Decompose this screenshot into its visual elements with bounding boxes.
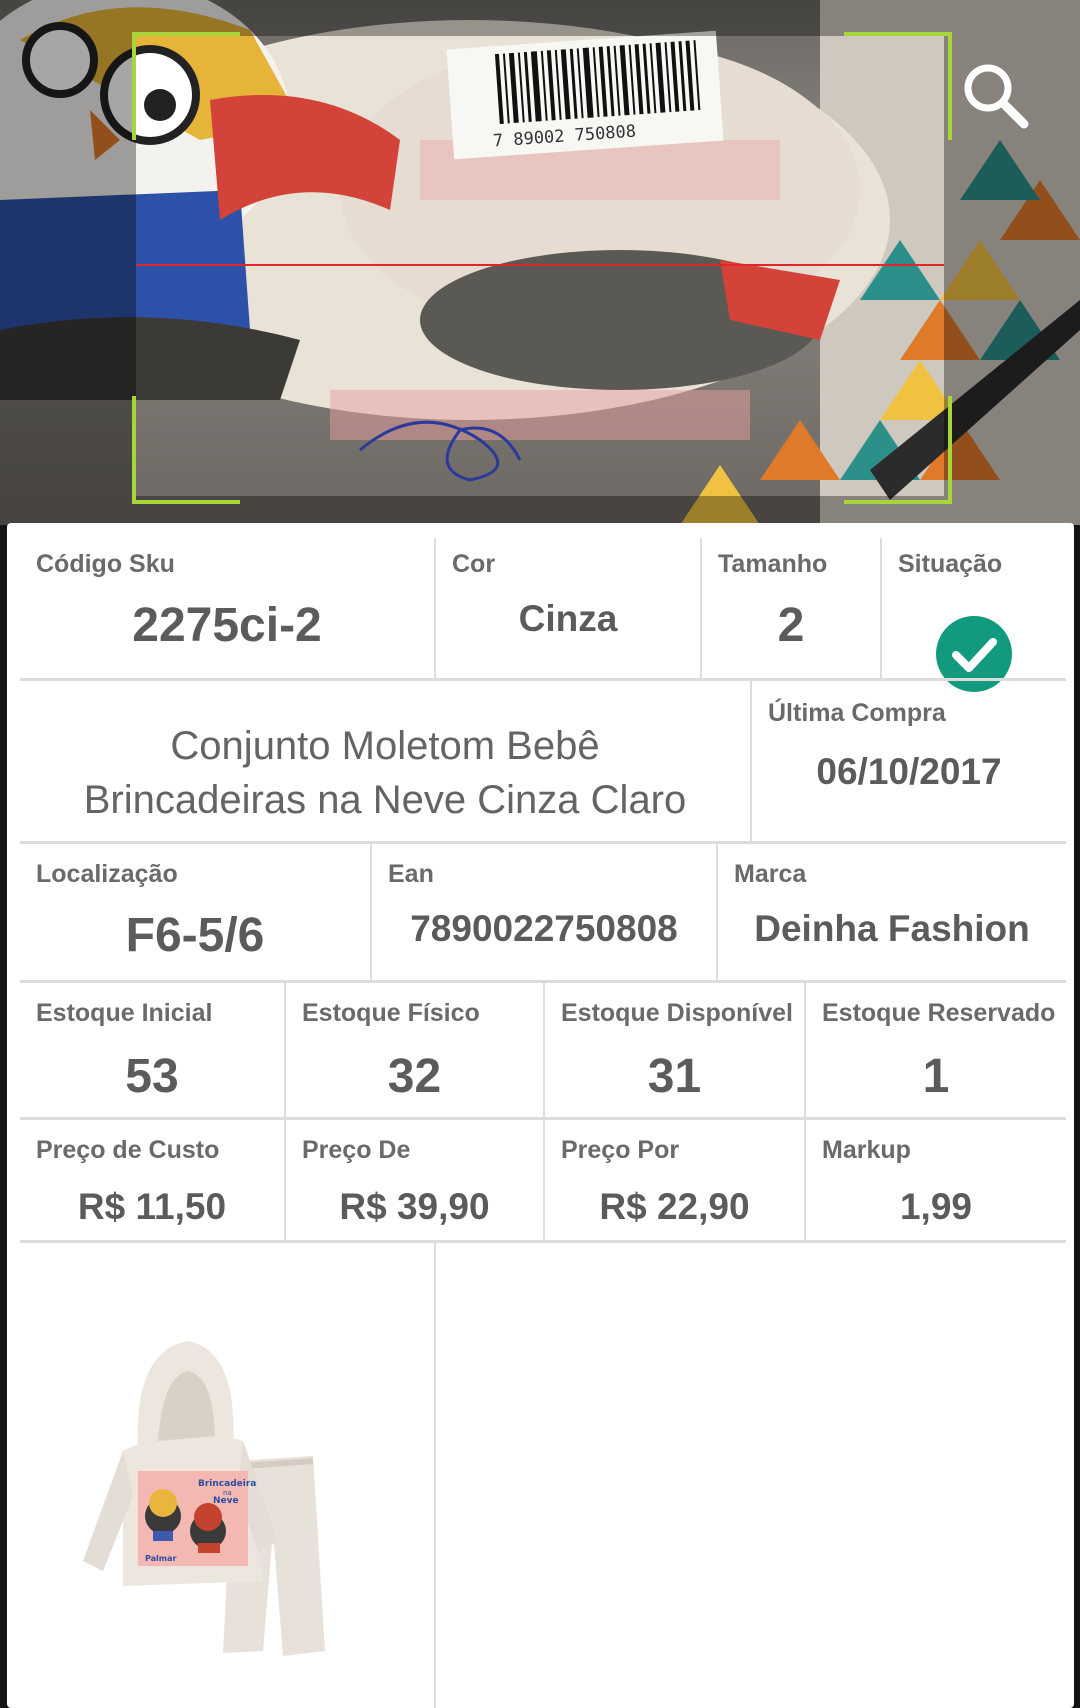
stock-reserved-value: 1 bbox=[922, 1050, 950, 1103]
stock-reserved-cell: Estoque Reservado 1 bbox=[806, 983, 1066, 1117]
cost-price-value: R$ 11,50 bbox=[77, 1186, 227, 1227]
scan-frame-corner-bottom-right bbox=[844, 396, 952, 504]
scan-frame-corner-top-left bbox=[132, 32, 240, 140]
markup-label: Markup bbox=[822, 1136, 911, 1164]
brand-cell: Marca Deinha Fashion bbox=[718, 844, 1066, 980]
stock-initial-cell: Estoque Inicial 53 bbox=[20, 983, 284, 1117]
brand-value: Deinha Fashion bbox=[754, 908, 1030, 949]
print-text-line1: Brincadeira bbox=[198, 1479, 256, 1489]
product-name-cell: Conjunto Moletom Bebê Brincadeiras na Ne… bbox=[20, 681, 750, 841]
price-for-cell: Preço Por R$ 22,90 bbox=[545, 1120, 804, 1240]
color-cell: Cor Cinza bbox=[436, 538, 700, 678]
cost-price-label: Preço de Custo bbox=[36, 1136, 220, 1164]
camera-preview: 7 89002 750808 bbox=[0, 0, 1080, 525]
location-label: Localização bbox=[36, 860, 178, 888]
status-cell: Situação bbox=[882, 538, 1066, 692]
last-purchase-cell: Última Compra 06/10/2017 bbox=[752, 681, 1066, 841]
print-brand: Palmar bbox=[145, 1554, 177, 1563]
price-from-value: R$ 39,90 bbox=[339, 1186, 490, 1227]
ean-label: Ean bbox=[388, 860, 434, 888]
scan-frame-corner-bottom-left bbox=[132, 396, 240, 504]
sku-value: 2275ci-2 bbox=[132, 599, 322, 652]
size-cell: Tamanho 2 bbox=[702, 538, 880, 678]
cost-price-cell: Preço de Custo R$ 11,50 bbox=[20, 1120, 284, 1240]
price-from-cell: Preço De R$ 39,90 bbox=[286, 1120, 543, 1240]
last-purchase-label: Última Compra bbox=[768, 699, 946, 727]
ean-cell: Ean 7890022750808 bbox=[372, 844, 716, 980]
ean-value: 7890022750808 bbox=[410, 908, 678, 949]
last-purchase-value: 06/10/2017 bbox=[816, 751, 1002, 792]
size-value: 2 bbox=[777, 599, 805, 652]
stock-available-cell: Estoque Disponível 31 bbox=[545, 983, 804, 1117]
product-name-line2: Brincadeiras na Neve Cinza Claro bbox=[83, 778, 687, 822]
stock-initial-value: 53 bbox=[125, 1050, 179, 1103]
color-label: Cor bbox=[452, 550, 496, 578]
markup-value: 1,99 bbox=[899, 1186, 972, 1227]
search-icon bbox=[964, 64, 1029, 129]
scan-line bbox=[136, 264, 944, 266]
brand-label: Marca bbox=[734, 860, 807, 888]
stock-physical-cell: Estoque Físico 32 bbox=[286, 983, 543, 1117]
stock-available-label: Estoque Disponível bbox=[561, 999, 793, 1027]
scan-frame-corner-top-right bbox=[844, 32, 952, 140]
product-name: Conjunto Moletom Bebê Brincadeiras na Ne… bbox=[20, 719, 750, 827]
stock-initial-label: Estoque Inicial bbox=[36, 999, 213, 1027]
product-info-card: Código Sku 2275ci-2 Cor Cinza Tamanho 2 … bbox=[7, 523, 1074, 1708]
sku-label: Código Sku bbox=[36, 550, 175, 578]
stock-reserved-label: Estoque Reservado bbox=[822, 999, 1056, 1027]
stock-physical-value: 32 bbox=[387, 1050, 442, 1103]
stock-available-value: 31 bbox=[647, 1050, 702, 1103]
location-value: F6-5/6 bbox=[125, 909, 265, 962]
price-for-label: Preço Por bbox=[561, 1136, 680, 1164]
print-text-line3: Neve bbox=[213, 1496, 239, 1506]
price-from-label: Preço De bbox=[302, 1136, 411, 1164]
markup-cell: Markup 1,99 bbox=[806, 1120, 1066, 1240]
price-for-value: R$ 22,90 bbox=[599, 1186, 750, 1227]
location-cell: Localização F6-5/6 bbox=[20, 844, 370, 980]
size-label: Tamanho bbox=[718, 550, 828, 578]
color-value: Cinza bbox=[518, 598, 618, 639]
status-label: Situação bbox=[898, 550, 1003, 578]
product-image[interactable]: Brincadeira na Neve Palmar bbox=[63, 1331, 383, 1671]
product-name-line1: Conjunto Moletom Bebê bbox=[170, 724, 600, 768]
search-button[interactable] bbox=[958, 58, 1034, 134]
stock-physical-label: Estoque Físico bbox=[302, 999, 480, 1027]
sku-cell: Código Sku 2275ci-2 bbox=[20, 538, 434, 678]
